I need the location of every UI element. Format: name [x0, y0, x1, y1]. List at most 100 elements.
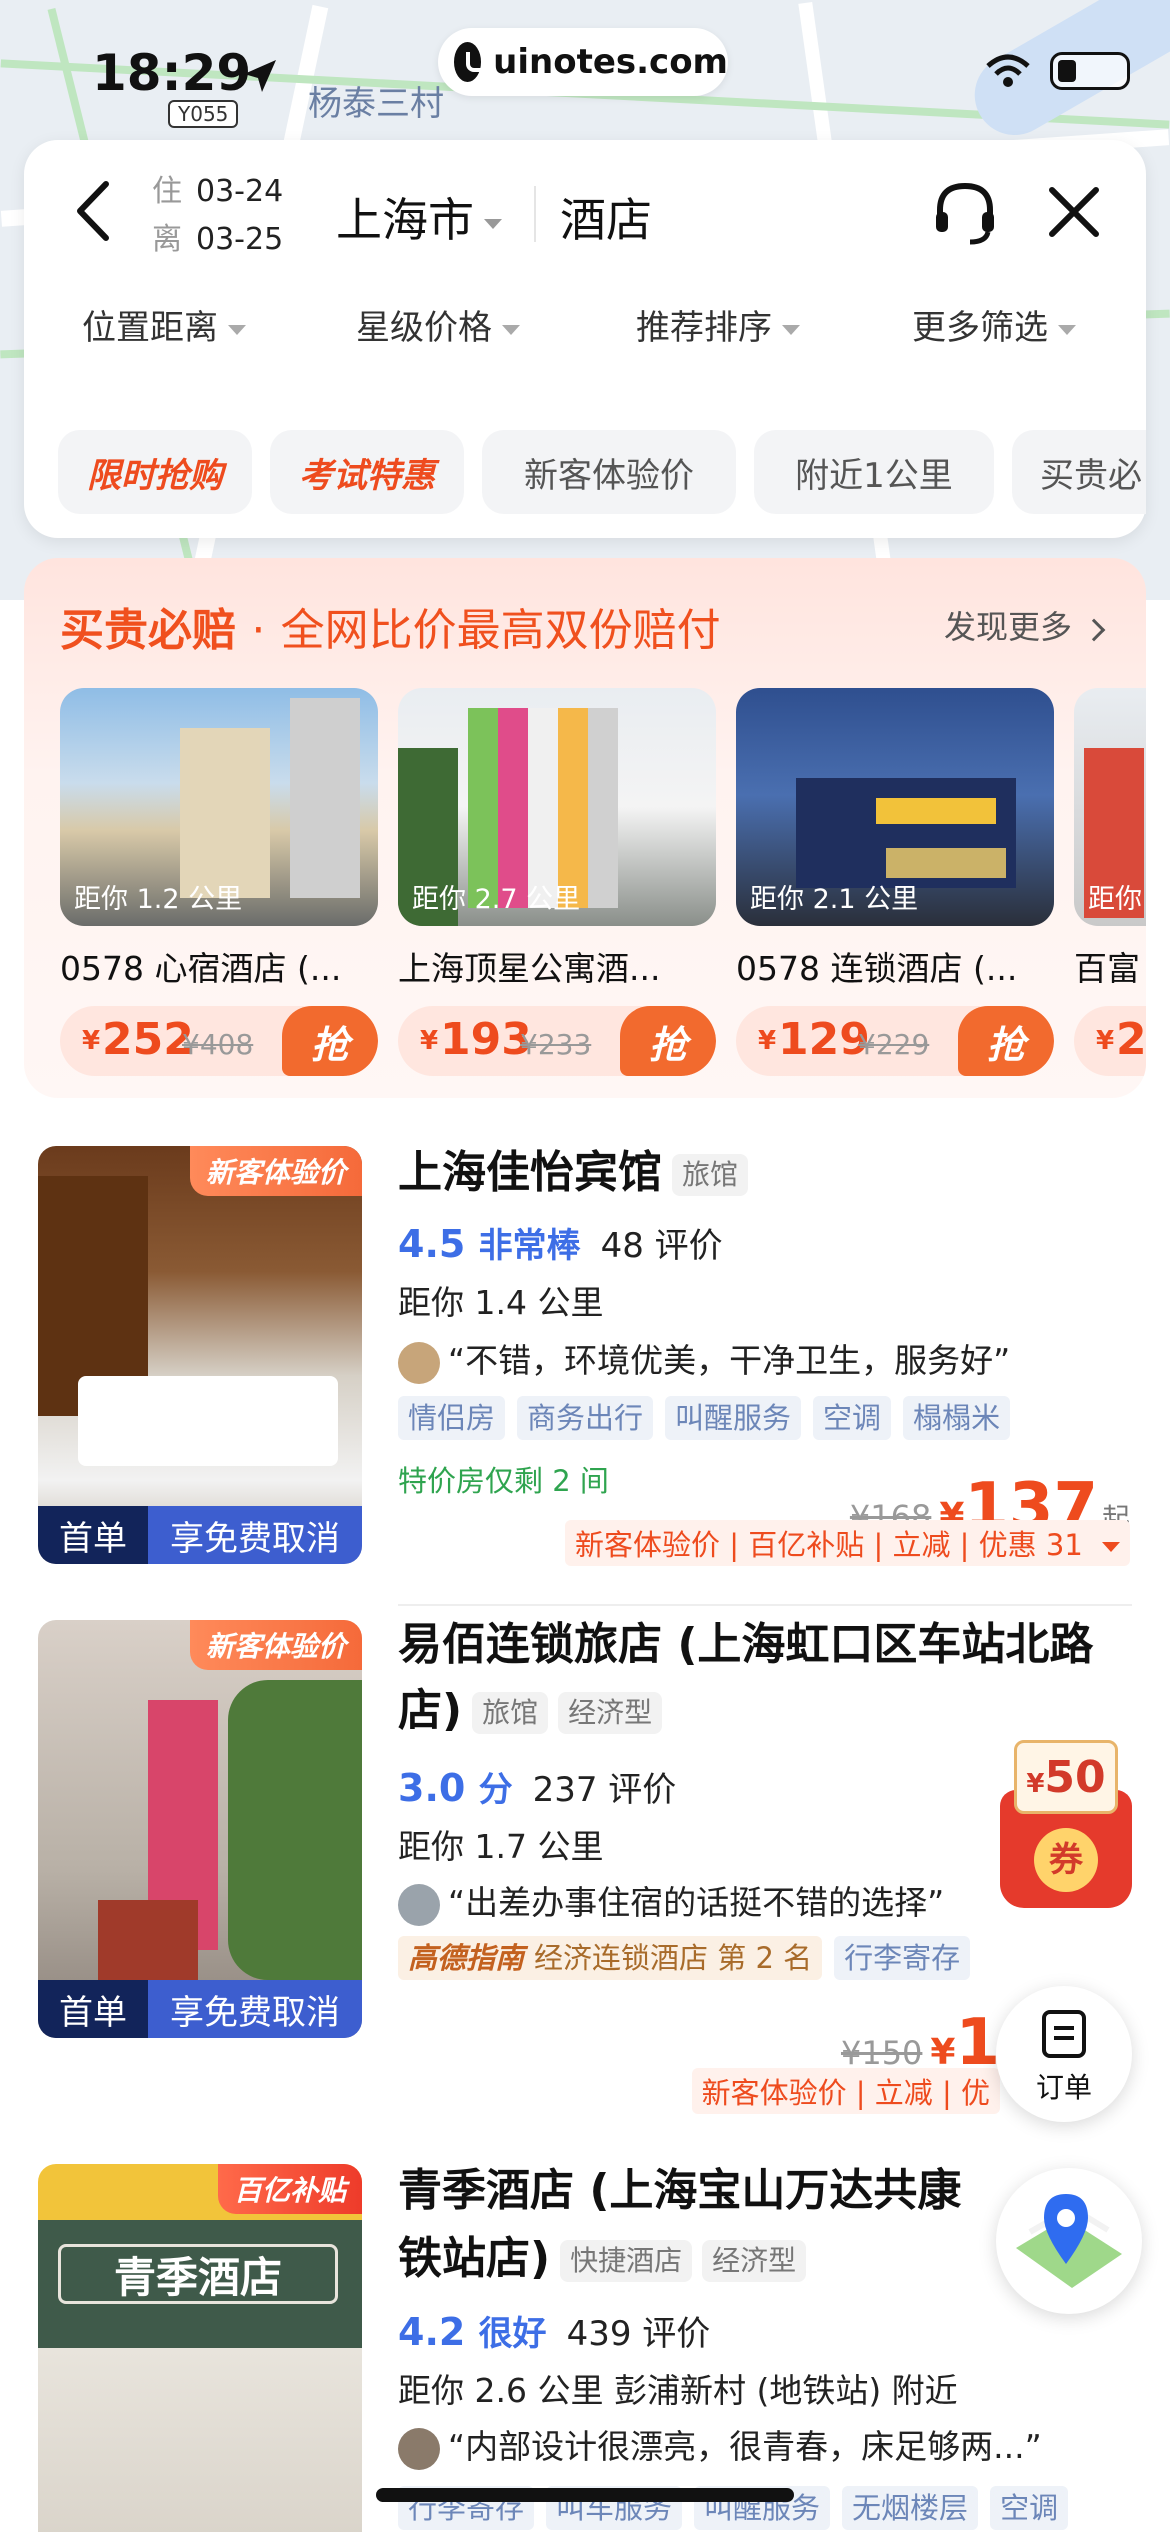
promo-price-button[interactable]: ¥ 2 — [1074, 1006, 1146, 1076]
close-icon[interactable] — [1042, 180, 1106, 244]
hotel-tag: 新客体验价 — [189, 1620, 362, 1670]
hotel-image: 新客体验价 首单 享免费取消 — [38, 1620, 362, 2038]
chip-price-guarantee[interactable]: 买贵必 — [1012, 430, 1146, 514]
hotel-image-footer: 首单 享免费取消 — [38, 1980, 362, 2038]
wifi-icon — [986, 54, 1030, 87]
hotel-list-item[interactable]: 新客体验价 首单 享免费取消 易佰连锁旅店 (上海虹口区车站北路店) 旅馆 经济型 … — [0, 1619, 1170, 2120]
currency-symbol: ¥ — [930, 2032, 956, 2073]
deal-text: 新客体验价 | 百亿补贴 | 立减 | 优惠 31 — [575, 1528, 1083, 1562]
grab-button[interactable]: 抢 — [282, 1006, 378, 1076]
rating-score: 4.5 — [398, 1222, 466, 1266]
ranking-badge[interactable]: 高德指南 经济连锁酒店 第 2 名 — [398, 1936, 823, 1980]
customer-service-icon[interactable] — [930, 178, 1000, 248]
map-view-button[interactable] — [996, 2168, 1142, 2314]
promo-price: 129 — [778, 1014, 870, 1065]
deal-summary[interactable]: 新客体验价 | 立减 | 优 — [691, 2068, 1000, 2114]
deal-summary[interactable]: 新客体验价 | 百亿补贴 | 立减 | 优惠 31 — [565, 1520, 1130, 1566]
coupon-widget[interactable]: ¥50 券 — [1000, 1740, 1132, 1908]
chevron-down-icon — [502, 324, 520, 335]
discover-more-link[interactable]: 发现更多 — [944, 602, 1106, 648]
hotel-image: 青季酒店 百亿补贴 — [38, 2164, 362, 2532]
promo-hotel-card[interactable]: 距你 2.1 公里 0578 连锁酒店 (... ¥ 129 ¥229 抢 — [736, 688, 1054, 1088]
hotel-rating: 4.5 非常棒 48 评价 — [398, 1218, 723, 1267]
currency-symbol: ¥ — [1096, 1026, 1115, 1056]
promo-price: 193 — [440, 1014, 532, 1065]
hotel-tag-item: 空调 — [813, 1396, 892, 1440]
hotel-review-quote: “出差办事住宿的话挺不错的选择” — [398, 1876, 998, 1926]
search-keyword[interactable]: 酒店 — [560, 184, 652, 250]
grab-button[interactable]: 抢 — [620, 1006, 716, 1076]
chip-flash-sale[interactable]: 限时抢购 — [58, 430, 252, 514]
hotel-list-item[interactable]: 新客体验价 首单 享免费取消 上海佳怡宾馆 旅馆 4.5 非常棒 48 评价 距你 … — [0, 1146, 1170, 1626]
reviewer-avatar — [398, 2427, 440, 2470]
divider — [398, 1604, 1132, 1606]
promo-hotel-image: 距你 2.7 公里 — [398, 688, 716, 926]
hotel-tag: 百亿补贴 — [217, 2164, 362, 2214]
back-icon[interactable] — [64, 176, 124, 246]
hotel-list-item[interactable]: 青季酒店 百亿补贴 青季酒店 (上海宝山万达共康 铁站店) 快捷酒店 经济型 4.2… — [0, 2164, 1170, 2532]
promo-distance: 距你 2.7 公里 — [412, 884, 581, 915]
checkin-row: 住 03-24 — [152, 168, 283, 216]
chevron-down-icon — [484, 218, 502, 229]
filter-label: 星级价格 — [356, 308, 492, 348]
coupon-currency: ¥ — [1026, 1769, 1045, 1799]
promo-price-button[interactable]: ¥ 193 ¥233 抢 — [398, 1006, 716, 1076]
currency-symbol: ¥ — [82, 1026, 101, 1056]
building-shape — [290, 698, 360, 898]
city-selector[interactable]: 上海市 — [336, 184, 502, 250]
promo-hotel-image: 距你 1.2 公里 — [60, 688, 378, 926]
orders-button[interactable]: 订单 — [996, 1986, 1132, 2122]
promo-hotel-name: 0578 心宿酒店 (... — [60, 949, 342, 988]
free-cancel-label: 享免费取消 — [148, 1980, 362, 2038]
price-guarantee-section: 买贵必赔 · 全网比价最高双份赔付 发现更多 距你 1.2 公里 0578 心宿… — [24, 558, 1146, 1098]
stay-dates[interactable]: 住 03-24 离 03-25 — [152, 168, 283, 264]
filter-label: 推荐排序 — [636, 308, 772, 348]
grab-button[interactable]: 抢 — [958, 1006, 1054, 1076]
chip-new-customer[interactable]: 新客体验价 — [482, 430, 736, 514]
filter-sort[interactable]: 推荐排序 — [636, 300, 800, 349]
tree-shape — [228, 1680, 362, 1980]
home-indicator[interactable] — [376, 2488, 794, 2502]
checkout-row: 离 03-25 — [152, 216, 283, 264]
hotel-type-badge: 旅馆 — [472, 1692, 549, 1734]
hotel-review-quote: “内部设计很漂亮，很青春，床足够两...” — [398, 2420, 1138, 2470]
chip-nearby[interactable]: 附近1公里 — [754, 430, 994, 514]
filter-location[interactable]: 位置距离 — [82, 300, 246, 349]
chip-exam-deal[interactable]: 考试特惠 — [270, 430, 464, 514]
hotel-name: 上海佳怡宾馆 旅馆 — [398, 1140, 1118, 1206]
filter-star-price[interactable]: 星级价格 — [356, 300, 520, 349]
hotel-sign: 青季酒店 — [58, 2244, 338, 2304]
filter-bar: 位置距离 星级价格 推荐排序 更多筛选 — [24, 300, 1146, 370]
checkout-label: 离 — [152, 222, 182, 257]
filter-label: 位置距离 — [82, 308, 218, 348]
chevron-down-icon — [228, 324, 246, 335]
hotel-type-badge: 经济型 — [702, 2240, 807, 2282]
free-cancel-label: 享免费取消 — [148, 1506, 362, 1564]
quote-text: “出差办事住宿的话挺不错的选择” — [448, 1883, 945, 1922]
hotel-image: 新客体验价 首单 享免费取消 — [38, 1146, 362, 1564]
promo-hotel-card[interactable]: 距你 百富 ¥ 2 — [1074, 688, 1146, 1088]
filter-more[interactable]: 更多筛选 — [912, 300, 1076, 349]
hotel-tag-item: 叫醒服务 — [665, 1396, 802, 1440]
hotel-tags: 情侣房 商务出行 叫醒服务 空调 榻榻米 — [398, 1396, 1011, 1440]
currency-symbol: ¥ — [420, 1026, 439, 1056]
promo-hotel-card[interactable]: 距你 2.7 公里 上海顶星公寓酒... ¥ 193 ¥233 抢 — [398, 688, 716, 1088]
search-header-card: 住 03-24 离 03-25 上海市 酒店 位置距离 星级价格 推荐排序 更多筛选… — [24, 140, 1146, 538]
url-pill[interactable]: uinotes.com — [438, 28, 728, 96]
coupon-seal: 券 — [1034, 1828, 1098, 1892]
light-shape — [886, 848, 1006, 878]
ranking-text: 经济连锁酒店 第 2 名 — [534, 1941, 813, 1975]
old-price: ¥150 — [840, 2034, 923, 2072]
promo-price-button[interactable]: ¥ 129 ¥229 抢 — [736, 1006, 1054, 1076]
chevron-down-icon — [1102, 1542, 1120, 1552]
divider — [534, 186, 536, 242]
orders-label: 订单 — [1035, 2071, 1092, 2104]
hotel-name-text: 铁站店) — [398, 2233, 551, 2284]
promo-price-button[interactable]: ¥ 252 ¥408 抢 — [60, 1006, 378, 1076]
promo-title-sep: · — [251, 605, 266, 656]
promo-hotel-card[interactable]: 距你 1.2 公里 0578 心宿酒店 (... ¥ 252 ¥408 抢 — [60, 688, 378, 1088]
promo-title-rest: 全网比价最高双份赔付 — [280, 605, 721, 656]
promo-hotel-name: 0578 连锁酒店 (... — [736, 949, 1018, 988]
hotel-distance: 距你 1.4 公里 — [398, 1283, 604, 1322]
hotel-tag: 新客体验价 — [189, 1146, 362, 1196]
